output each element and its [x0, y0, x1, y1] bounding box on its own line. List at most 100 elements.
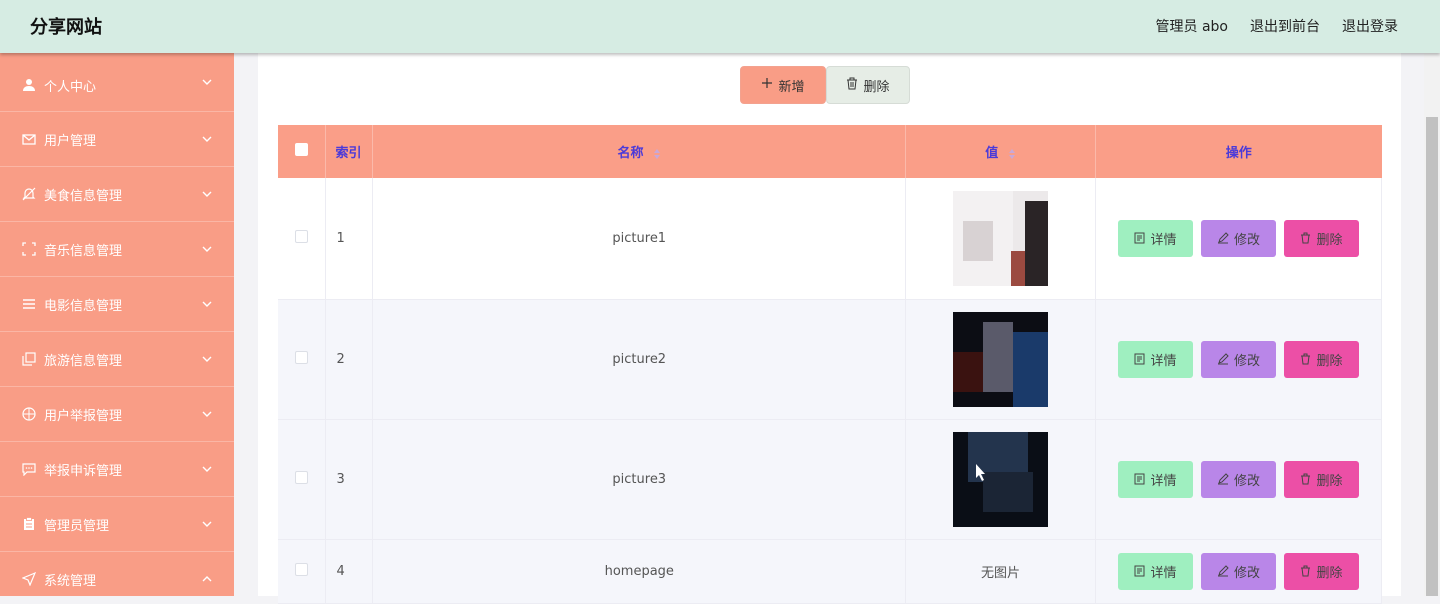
name-header[interactable]: 名称 — [372, 125, 907, 178]
select-all-checkbox[interactable] — [295, 143, 309, 156]
sort-icon — [654, 148, 661, 159]
vertical-scrollbar[interactable] — [1424, 53, 1440, 596]
edit-button-label: 修改 — [1233, 473, 1260, 489]
delete-button[interactable]: 删除 — [1284, 460, 1359, 498]
row-checkbox[interactable] — [295, 562, 309, 576]
row-value — [905, 419, 1096, 540]
delete-button[interactable]: 删除 — [1284, 340, 1359, 378]
scrollbar-thumb[interactable] — [1426, 117, 1438, 596]
menu-icon — [21, 296, 37, 312]
detail-button[interactable]: 详情 — [1118, 460, 1193, 498]
sidebar-item-movies[interactable]: 电影信息管理 — [0, 277, 234, 332]
row-checkbox[interactable] — [295, 229, 309, 243]
sidebar: 个人中心 用户管理 美食信息管理 音乐信息管理 电影信息管理 旅游信息管理 用户… — [0, 53, 234, 596]
row-select-cell — [278, 178, 327, 300]
row-name: picture1 — [372, 178, 907, 300]
sidebar-item-food[interactable]: 美食信息管理 — [0, 167, 234, 222]
detail-button[interactable]: 详情 — [1118, 552, 1193, 590]
delete-button-label: 删除 — [1316, 473, 1343, 489]
trash-icon — [846, 77, 858, 94]
copy-icon — [21, 351, 37, 367]
plus-icon — [761, 77, 773, 93]
sidebar-item-label: 用户管理 — [44, 133, 97, 149]
admin-user-label: 管理员 abo — [1155, 19, 1228, 35]
row-name: homepage — [372, 539, 907, 604]
index-header: 索引 — [325, 125, 374, 178]
row-checkbox[interactable] — [295, 470, 309, 484]
sidebar-item-label: 举报申诉管理 — [44, 463, 123, 479]
table-row: 2 picture2 详情 修改 删除 — [278, 299, 1382, 420]
sidebar-item-music[interactable]: 音乐信息管理 — [0, 222, 234, 277]
chevron-down-icon — [202, 521, 212, 527]
chevron-down-icon — [202, 356, 212, 362]
batch-delete-button[interactable]: 删除 — [826, 66, 910, 104]
select-all-header — [278, 125, 327, 178]
chat-icon — [21, 461, 37, 477]
edit-button-label: 修改 — [1233, 232, 1260, 248]
trash-icon — [1301, 353, 1311, 365]
detail-button-label: 详情 — [1150, 232, 1177, 248]
chevron-down-icon — [202, 79, 212, 85]
row-index: 2 — [325, 299, 374, 420]
sidebar-item-personal-center[interactable]: 个人中心 — [0, 53, 234, 112]
document-icon — [1134, 565, 1145, 577]
delete-button-label: 删除 — [863, 79, 890, 95]
row-checkbox[interactable] — [295, 350, 309, 364]
chevron-down-icon — [202, 411, 212, 417]
sidebar-item-label: 用户举报管理 — [44, 408, 123, 424]
front-page-link[interactable]: 退出到前台 — [1250, 16, 1320, 36]
row-name: picture3 — [372, 419, 907, 540]
table-row: 1 picture1 详情 修改 删除 — [278, 178, 1382, 300]
table-row: 4 homepage 无图片 详情 修改 删除 — [278, 539, 1382, 604]
row-select-cell — [278, 419, 327, 540]
edit-button[interactable]: 修改 — [1201, 340, 1276, 378]
send-icon — [21, 571, 37, 587]
delete-button-label: 删除 — [1316, 565, 1343, 581]
value-header-label: 值 — [985, 146, 999, 161]
top-nav: 管理员 abo 退出到前台 退出登录 — [1156, 16, 1398, 36]
detail-button[interactable]: 详情 — [1118, 340, 1193, 378]
trash-icon — [1301, 473, 1311, 485]
chevron-down-icon — [202, 466, 212, 472]
row-actions: 详情 修改 删除 — [1095, 419, 1382, 540]
pencil-icon — [1217, 232, 1229, 244]
row-actions: 详情 修改 删除 — [1095, 299, 1382, 420]
sidebar-item-label: 管理员管理 — [44, 518, 110, 534]
detail-button-label: 详情 — [1150, 565, 1177, 581]
edit-button[interactable]: 修改 — [1201, 460, 1276, 498]
row-actions: 详情 修改 删除 — [1095, 178, 1382, 300]
chevron-down-icon — [202, 301, 212, 307]
sidebar-item-admins[interactable]: 管理员管理 — [0, 497, 234, 552]
detail-button[interactable]: 详情 — [1118, 219, 1193, 257]
sidebar-item-user-reports[interactable]: 用户举报管理 — [0, 387, 234, 442]
sidebar-item-users[interactable]: 用户管理 — [0, 112, 234, 167]
thumbnail-image — [953, 190, 1049, 286]
sidebar-item-system[interactable]: 系统管理 — [0, 552, 234, 596]
sidebar-item-label: 旅游信息管理 — [44, 353, 123, 369]
row-index: 1 — [325, 178, 374, 300]
add-button-label: 新增 — [778, 79, 805, 95]
value-header[interactable]: 值 — [905, 125, 1096, 178]
actions-header: 操作 — [1095, 125, 1382, 178]
edit-button[interactable]: 修改 — [1201, 552, 1276, 590]
site-title: 分享网站 — [30, 17, 102, 38]
table-row: 3 picture3 详情 修改 删除 — [278, 419, 1382, 540]
sidebar-item-label: 系统管理 — [44, 573, 97, 589]
delete-button[interactable]: 删除 — [1284, 219, 1359, 257]
edit-button[interactable]: 修改 — [1201, 219, 1276, 257]
logout-link[interactable]: 退出登录 — [1342, 16, 1398, 36]
pencil-icon — [1217, 353, 1229, 365]
sidebar-item-travel[interactable]: 旅游信息管理 — [0, 332, 234, 387]
edit-button-label: 修改 — [1233, 565, 1260, 581]
sidebar-item-label: 音乐信息管理 — [44, 243, 123, 259]
pencil-icon — [1217, 473, 1229, 485]
add-button[interactable]: 新增 — [740, 66, 826, 104]
trash-icon — [1301, 232, 1311, 244]
delete-button-label: 删除 — [1316, 353, 1343, 369]
sidebar-item-label: 美食信息管理 — [44, 188, 123, 204]
document-icon — [1134, 353, 1145, 365]
row-index: 4 — [325, 539, 374, 604]
document-icon — [1134, 232, 1145, 244]
sidebar-item-appeals[interactable]: 举报申诉管理 — [0, 442, 234, 497]
delete-button[interactable]: 删除 — [1284, 552, 1359, 590]
